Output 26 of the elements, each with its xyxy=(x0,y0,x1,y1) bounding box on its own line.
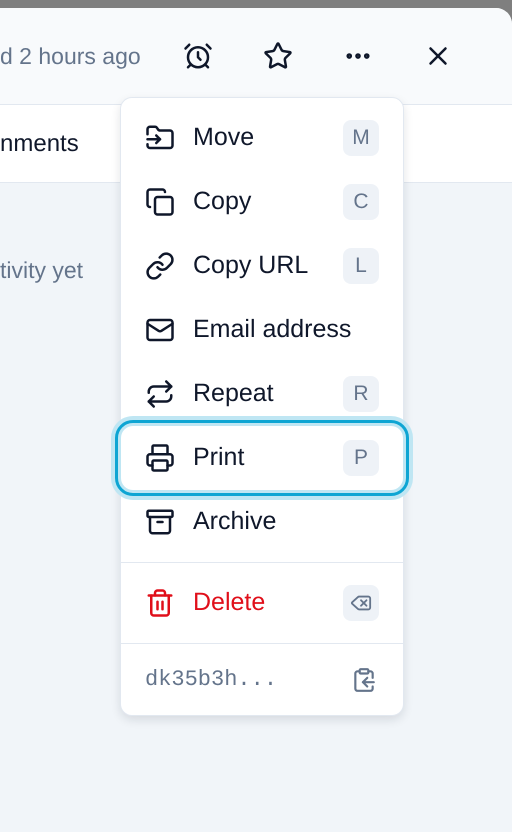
tab-label[interactable]: nments xyxy=(0,126,79,162)
shortcut-key: P xyxy=(343,440,379,476)
id-text: dk35b3h... xyxy=(145,666,278,694)
shortcut-key: C xyxy=(343,184,379,220)
menu-item[interactable]: Repeat R xyxy=(121,362,403,426)
backspace-icon xyxy=(343,585,379,621)
menu-item[interactable]: Copy C xyxy=(121,170,403,234)
link-icon xyxy=(145,251,175,281)
shortcut-key: R xyxy=(343,376,379,412)
empty-state-text: tivity yet xyxy=(0,257,84,283)
printer-icon xyxy=(145,443,175,473)
timestamp: d 2 hours ago xyxy=(0,42,141,71)
trash-icon xyxy=(145,588,175,618)
alarm-clock-icon[interactable] xyxy=(182,41,213,71)
menu-item[interactable]: Email address xyxy=(121,298,403,362)
menu-item[interactable]: Archive xyxy=(121,490,403,554)
repeat-icon xyxy=(145,379,175,409)
menu-item[interactable]: Print P xyxy=(121,426,403,490)
copy-icon xyxy=(145,187,175,217)
delete-menu-item[interactable]: Delete xyxy=(121,571,403,635)
archive-icon xyxy=(145,507,175,537)
menu-item[interactable]: Copy URL L xyxy=(121,234,403,298)
shortcut-key: M xyxy=(343,120,379,156)
shortcut-key: L xyxy=(343,248,379,284)
star-icon[interactable] xyxy=(262,41,293,71)
menu-item[interactable]: Move M xyxy=(121,106,403,170)
